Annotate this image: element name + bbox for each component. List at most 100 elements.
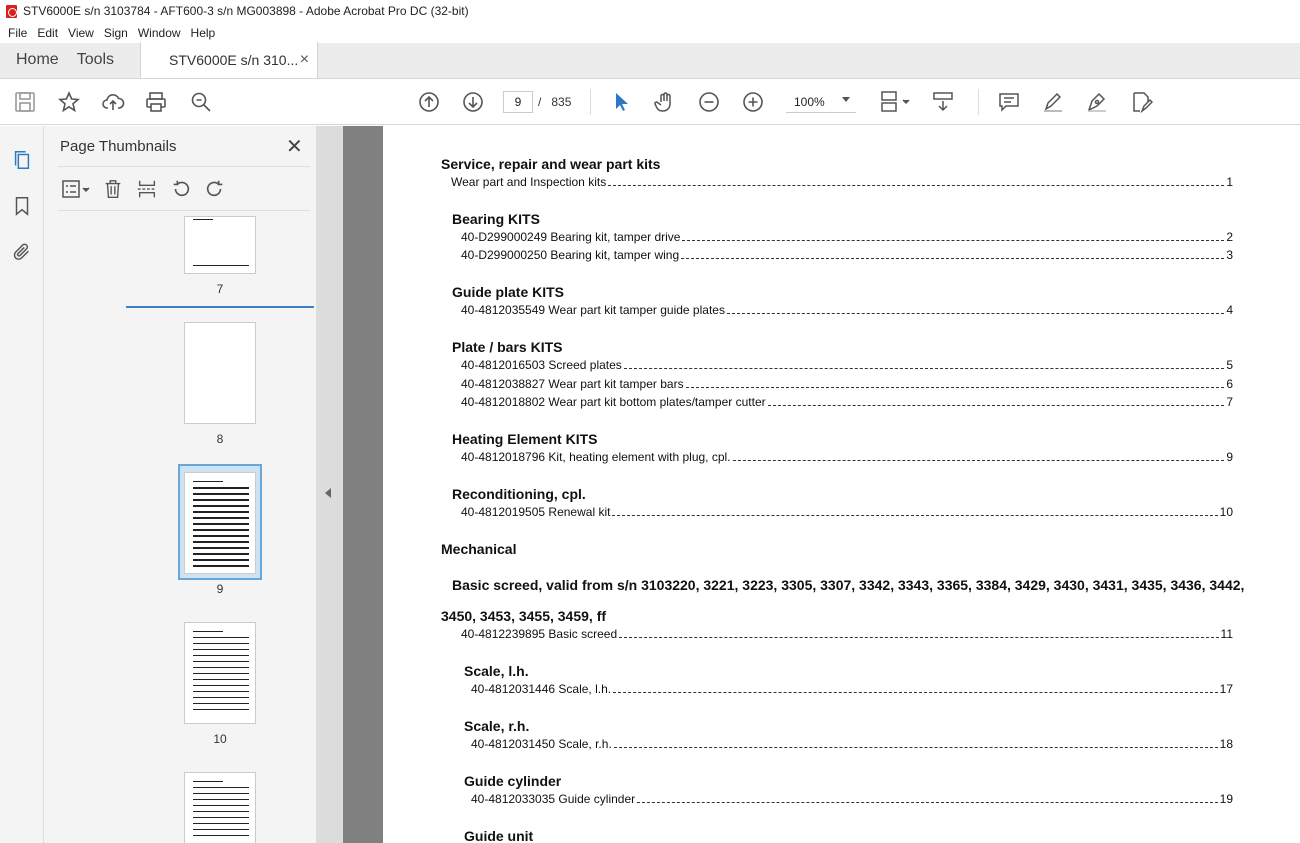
toc-heading: Reconditioning, cpl. xyxy=(452,486,586,502)
toc-heading: Scale, l.h. xyxy=(464,663,529,679)
thumbnail-label: 9 xyxy=(216,582,224,596)
toc-entry-page: 17 xyxy=(1219,682,1233,696)
thumbnail-toolbar xyxy=(58,176,234,202)
tab-document[interactable]: STV6000E s/n 310... × xyxy=(140,42,319,78)
hand-tool-icon[interactable] xyxy=(652,89,678,115)
toc-entry-text: 40-4812038827 Wear part kit tamper bars xyxy=(461,377,684,391)
thumbnail-page-11[interactable] xyxy=(184,772,256,843)
window-title: STV6000E s/n 3103784 - AFT600-3 s/n MG00… xyxy=(23,4,469,18)
save-icon[interactable] xyxy=(12,89,38,115)
tab-tools[interactable]: Tools xyxy=(73,51,128,78)
next-page-icon[interactable] xyxy=(460,89,486,115)
left-rail xyxy=(0,126,44,843)
print-icon[interactable] xyxy=(143,89,169,115)
scroll-mode-icon[interactable] xyxy=(930,89,956,115)
close-icon[interactable]: ✕ xyxy=(286,134,303,159)
highlight-pen-icon[interactable] xyxy=(1040,89,1066,115)
toc-entry-text: Wear part and Inspection kits xyxy=(451,175,607,189)
pdf-page: Service, repair and wear part kits Wear … xyxy=(383,126,1300,843)
options-menu-icon[interactable] xyxy=(58,176,94,202)
page-thumbnails-icon[interactable] xyxy=(10,148,34,172)
toc-heading: Scale, r.h. xyxy=(464,718,530,734)
toc-entry-text: 40-D299000250 Bearing kit, tamper wing xyxy=(461,248,680,262)
tab-home[interactable]: Home xyxy=(0,51,73,78)
draw-signature-icon[interactable] xyxy=(1084,89,1110,115)
toc-entry[interactable]: Wear part and Inspection kits 1 xyxy=(451,175,1233,189)
toc-entry[interactable]: 40-4812031450 Scale, r.h. 18 xyxy=(471,737,1233,751)
toc-entry[interactable]: 40-4812038827 Wear part kit tamper bars 6 xyxy=(461,377,1233,391)
thumbnail-page-10[interactable] xyxy=(184,622,256,724)
menu-edit[interactable]: Edit xyxy=(33,26,62,40)
toc-entry[interactable]: 40-4812035549 Wear part kit tamper guide… xyxy=(461,303,1233,317)
rotate-left-icon[interactable] xyxy=(166,176,196,202)
toc-entry-text: 40-4812018802 Wear part kit bottom plate… xyxy=(461,395,766,409)
zoom-in-icon[interactable] xyxy=(740,89,766,115)
rotate-right-icon[interactable] xyxy=(200,176,230,202)
toc-entry-text: 40-4812033035 Guide cylinder xyxy=(471,792,636,806)
zoom-value: 100% xyxy=(794,94,825,109)
toc-entry-text: 40-4812018796 Kit, heating element with … xyxy=(461,450,731,464)
menu-window[interactable]: Window xyxy=(134,26,185,40)
menu-sign[interactable]: Sign xyxy=(100,26,132,40)
search-zoom-icon[interactable] xyxy=(188,89,214,115)
thumbnail-page-7[interactable] xyxy=(184,216,256,274)
toc-entry-text: 40-4812239895 Basic screed xyxy=(461,627,618,641)
toc-entry-page: 9 xyxy=(1226,450,1233,464)
toc-heading: Plate / bars KITS xyxy=(452,339,563,355)
toc-entry[interactable]: 40-4812239895 Basic screed 11 xyxy=(461,627,1233,641)
toc-entry[interactable]: 40-4812018796 Kit, heating element with … xyxy=(461,450,1233,464)
toc-heading: Guide cylinder xyxy=(464,773,562,789)
toc-entry-page: 3 xyxy=(1226,248,1233,262)
page-fit-icon[interactable] xyxy=(876,89,912,115)
toc-entry-page: 11 xyxy=(1220,627,1233,641)
select-cursor-icon[interactable] xyxy=(608,89,634,115)
insertion-marker xyxy=(126,306,314,308)
divider xyxy=(58,210,310,211)
menu-help[interactable]: Help xyxy=(187,26,220,40)
thumbnail-label: 7 xyxy=(216,282,224,296)
panel-title: Page Thumbnails xyxy=(60,138,177,155)
extract-pages-icon[interactable] xyxy=(132,176,162,202)
attachments-icon[interactable] xyxy=(10,240,34,264)
toc-entry-text: 40-4812031450 Scale, r.h. xyxy=(471,737,612,751)
upload-cloud-icon[interactable] xyxy=(100,89,126,115)
toc-entry[interactable]: 40-4812016503 Screed plates 5 xyxy=(461,358,1233,372)
page-number-input[interactable]: 9 xyxy=(503,91,533,113)
edit-document-icon[interactable] xyxy=(1128,89,1154,115)
toc-entry-page: 10 xyxy=(1219,505,1233,519)
delete-icon[interactable] xyxy=(98,176,128,202)
toc-entry[interactable]: 40-D299000250 Bearing kit, tamper wing 3 xyxy=(461,248,1233,262)
toc-entry[interactable]: 40-D299000249 Bearing kit, tamper drive 2 xyxy=(461,230,1233,244)
menu-view[interactable]: View xyxy=(64,26,98,40)
thumbnail-list: 7 8 9 10 xyxy=(44,216,346,843)
thumbnail-page-8[interactable] xyxy=(184,322,256,424)
comment-icon[interactable] xyxy=(996,89,1022,115)
toc-heading: Mechanical xyxy=(441,541,517,557)
menu-bar: File Edit View Sign Window Help xyxy=(0,22,1300,43)
toc-entry[interactable]: 40-4812031446 Scale, l.h. 17 xyxy=(471,682,1233,696)
toc-entry[interactable]: 40-4812018802 Wear part kit bottom plate… xyxy=(461,395,1233,409)
thumbnails-panel: Page Thumbnails ✕ 7 8 9 10 xyxy=(44,126,361,843)
previous-page-icon[interactable] xyxy=(416,89,442,115)
toc-entry-page: 5 xyxy=(1226,358,1233,372)
chevron-down-icon xyxy=(842,97,850,102)
toc-entry[interactable]: 40-4812033035 Guide cylinder 19 xyxy=(471,792,1233,806)
menu-file[interactable]: File xyxy=(4,26,31,40)
toolbar-divider xyxy=(590,89,591,115)
toc-heading: Bearing KITS xyxy=(452,211,540,227)
panel-collapse-handle[interactable] xyxy=(317,126,343,843)
tab-document-label: STV6000E s/n 310... xyxy=(169,52,299,68)
toc-heading: Heating Element KITS xyxy=(452,431,598,447)
document-view[interactable]: Service, repair and wear part kits Wear … xyxy=(343,126,1300,843)
toc-heading-continued: 3450, 3453, 3455, 3459, ff xyxy=(441,608,607,624)
bookmark-star-icon[interactable] xyxy=(56,89,82,115)
toc-entry[interactable]: 40-4812019505 Renewal kit 10 xyxy=(461,505,1233,519)
tab-bar: Home Tools STV6000E s/n 310... × xyxy=(0,42,1300,79)
page-separator: / xyxy=(538,95,542,109)
tab-close-icon[interactable]: × xyxy=(300,51,309,69)
zoom-out-icon[interactable] xyxy=(696,89,722,115)
zoom-select[interactable]: 100% xyxy=(786,91,856,113)
bookmarks-icon[interactable] xyxy=(10,194,34,218)
thumbnail-page-9[interactable] xyxy=(184,472,256,574)
toc-entry-page: 1 xyxy=(1226,175,1233,189)
